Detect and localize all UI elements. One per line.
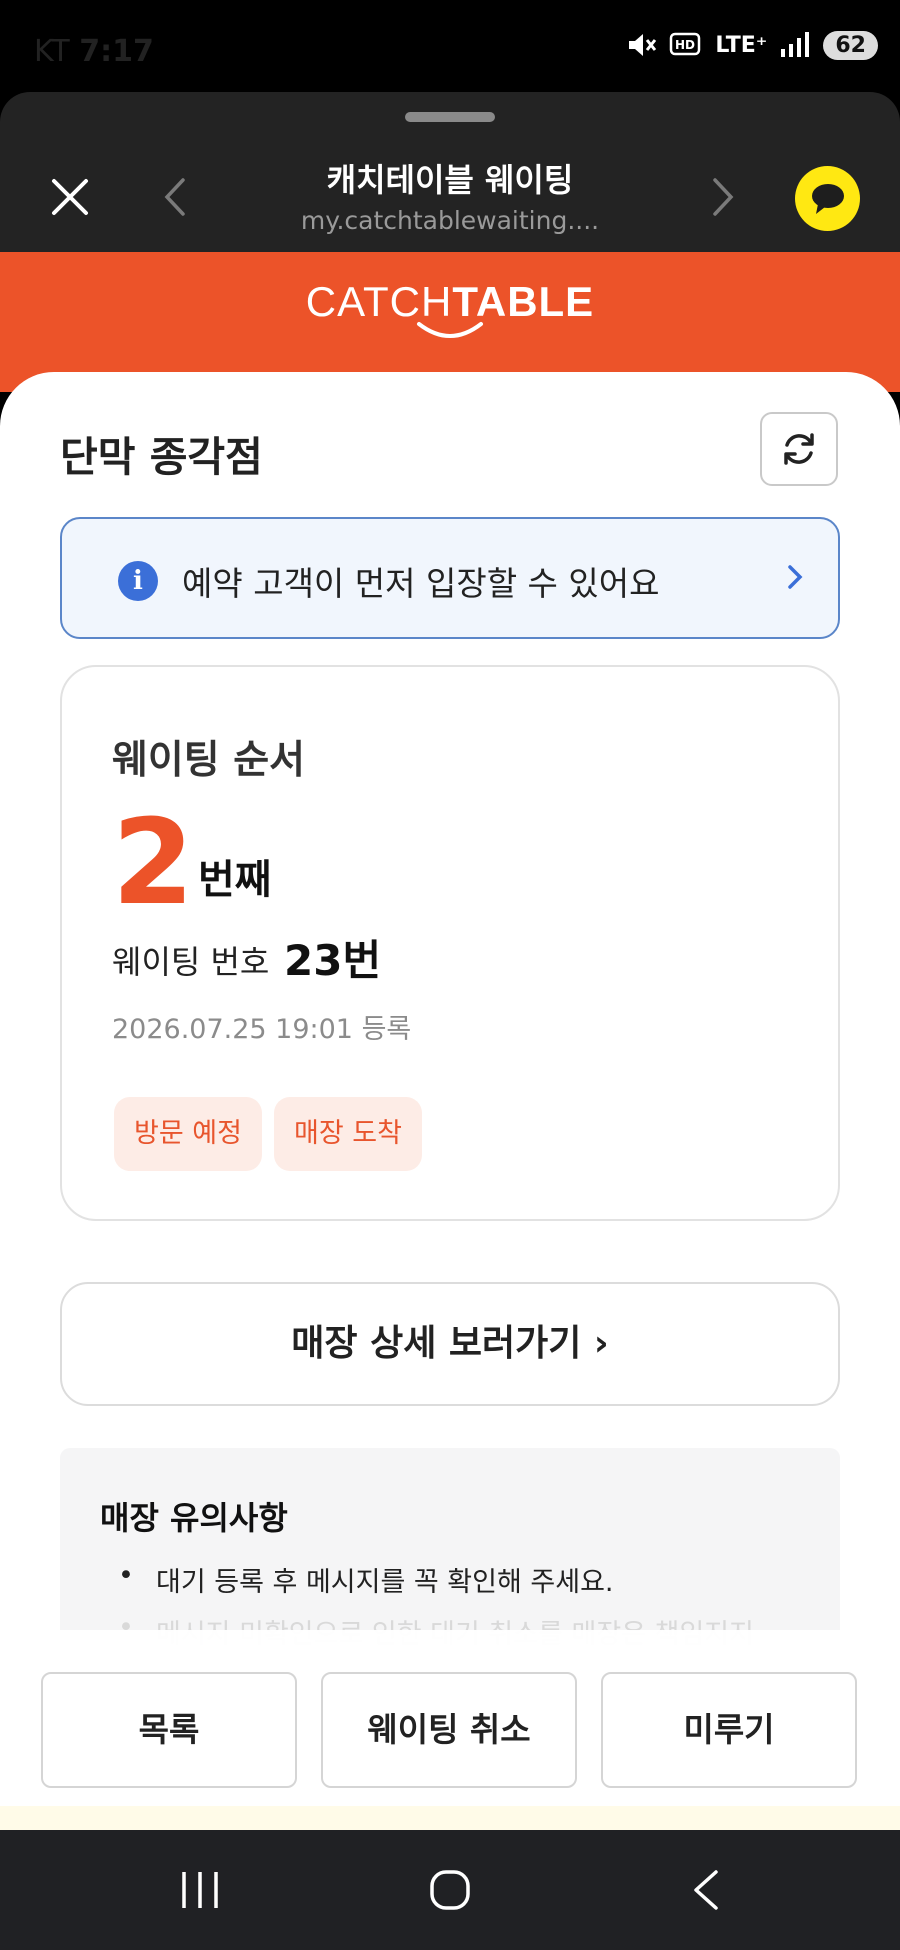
list-button[interactable]: 목록 [41,1672,297,1788]
logo-smile-icon [417,322,483,338]
postpone-button[interactable]: 미루기 [601,1672,857,1788]
status-chip-arrive: 매장 도착 [274,1097,422,1171]
logo-table: TABLE [452,278,595,325]
recent-apps-icon[interactable] [178,1868,222,1912]
waiting-number-label: 웨이팅 번호 [112,943,270,981]
waiting-order-label: 웨이팅 순서 [112,738,305,783]
notice-text: 예약 고객이 먼저 입장할 수 있어요 [182,564,660,603]
bottom-divider [0,1806,900,1830]
waiting-order-unit: 번째 [198,857,272,903]
refresh-button[interactable] [760,412,838,486]
sheet-drag-handle[interactable] [405,112,495,122]
refresh-icon [784,433,814,465]
cancel-waiting-button[interactable]: 웨이팅 취소 [321,1672,577,1788]
back-icon[interactable] [688,1866,724,1914]
hd-icon: HD [670,32,701,56]
info-icon: i [118,561,158,601]
chevron-right-icon[interactable] [703,172,743,222]
svg-text:HD: HD [675,38,695,52]
store-notes-title: 매장 유의사항 [100,1499,288,1537]
logo-catch: CATCH [305,278,453,325]
priority-notice-banner[interactable]: i 예약 고객이 먼저 입장할 수 있어요 [60,517,840,639]
carrier-label: KT [34,34,70,69]
status-icons: HD LTE⁺ 62 [625,30,878,60]
battery-level: 62 [823,30,878,60]
mute-icon [629,34,657,56]
browser-url: my.catchtablewaiting.... [300,206,600,235]
chevron-left-icon[interactable] [155,172,195,222]
chevron-right-icon [788,565,803,589]
store-name: 단막 종각점 [60,433,263,481]
store-detail-button[interactable]: 매장 상세 보러가기 › [60,1282,840,1406]
waiting-order-number: 2 [112,793,195,931]
home-icon[interactable] [428,1866,472,1914]
signal-icon [781,32,810,57]
status-carrier-time: KT 7:17 [34,34,154,69]
clock: 7:17 [79,34,154,69]
browser-page-title: 캐치테이블 웨이팅 [326,161,574,199]
kakao-chat-button[interactable] [795,166,860,231]
catchtable-logo: CATCHTABLE [250,278,650,338]
kakao-chat-icon [811,183,844,214]
status-chip-visit: 방문 예정 [114,1097,262,1171]
close-icon[interactable] [48,175,92,219]
list-item: 대기 등록 후 메시지를 꼭 확인해 주세요. [100,1560,754,1612]
network-label: LTE⁺ [715,32,768,58]
waiting-number-value: 23번 [284,936,382,985]
waiting-status-card: 웨이팅 순서 2 번째 웨이팅 번호 23번 2026.07.25 19:01 … [60,665,840,1221]
registration-time: 2026.07.25 19:01 등록 [112,1014,412,1045]
